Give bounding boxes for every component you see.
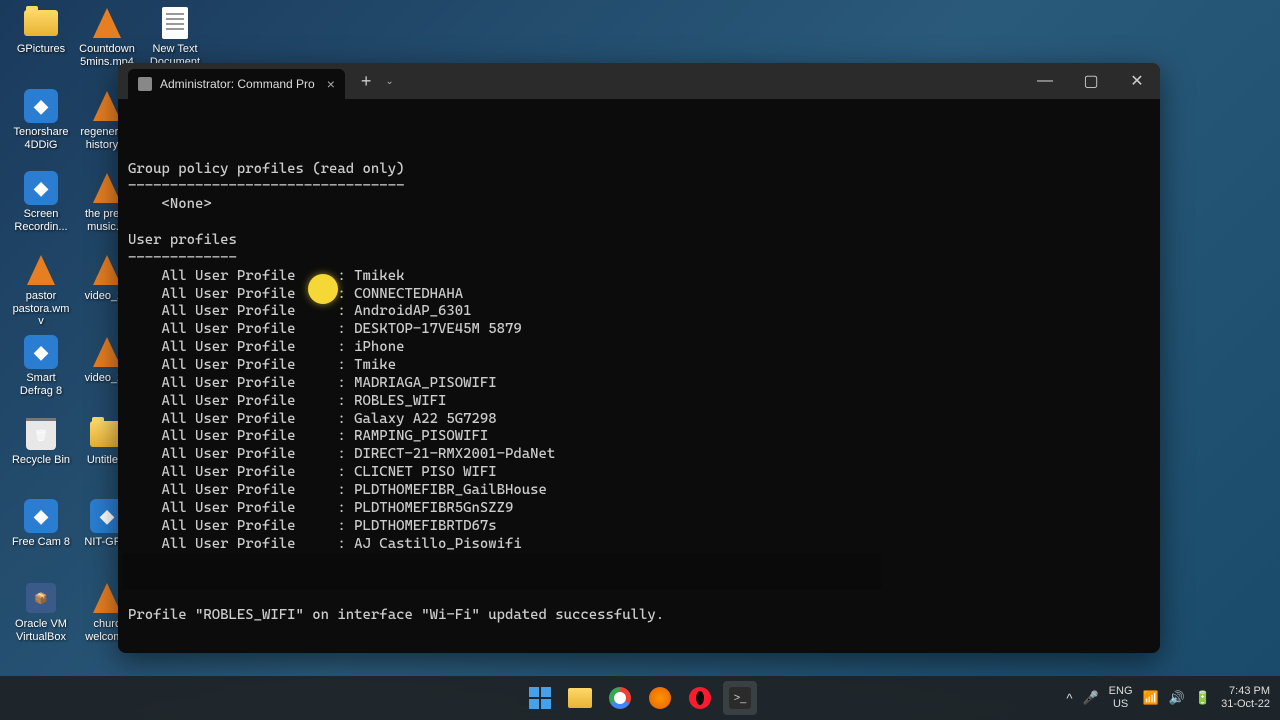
desktop-icon-pastor-pastora-wmv[interactable]: pastor pastora.wmv [10,252,72,328]
desktop-icon-countdown-5mins-mp4[interactable]: Countdown 5mins.mp4 [76,5,138,68]
lang-top: ENG [1109,685,1133,698]
explorer-button[interactable] [563,681,597,715]
desktop-icon-tenorshare-4ddig[interactable]: ◆Tenorshare 4DDiG [10,88,72,151]
maximize-button[interactable]: ▢ [1068,63,1114,99]
tray-icons-2: 📶 🔊 🔋 [1143,690,1212,706]
titlebar[interactable]: Administrator: Command Pro × + ⌄ — ▢ ✕ [118,63,1160,99]
opera-button[interactable] [683,681,717,715]
close-icon[interactable]: × [327,76,335,92]
desktop-icon-new-text-document[interactable]: New Text Document [144,5,206,68]
language-indicator[interactable]: ENG US [1109,685,1133,710]
clock-time: 7:43 PM [1221,685,1270,698]
desktop-icon-recycle-bin[interactable]: 🗑Recycle Bin [10,416,72,467]
tray-icons: ^ 🎤 [1066,690,1098,706]
minimize-button[interactable]: — [1022,63,1068,99]
firefox-icon [649,687,671,709]
terminal-icon: >_ [729,687,751,709]
taskbar-right: ^ 🎤 ENG US 📶 🔊 🔋 7:43 PM 31-Oct-22 [1066,685,1280,711]
firefox-button[interactable] [643,681,677,715]
lang-bottom: US [1109,698,1133,711]
desktop-icon-free-cam-8[interactable]: ◆Free Cam 8 [10,498,72,549]
windows-icon [529,687,551,709]
opera-icon [689,687,711,709]
desktop-icon-screen-recordin-[interactable]: ◆Screen Recordin... [10,170,72,233]
volume-icon[interactable]: 🔊 [1169,690,1185,706]
tab-dropdown-icon[interactable]: ⌄ [385,76,393,87]
wifi-icon[interactable]: 📶 [1143,690,1159,706]
close-button[interactable]: ✕ [1114,63,1160,99]
terminal-body[interactable]: Group policy profiles (read only) ------… [118,99,1160,653]
terminal-button[interactable]: >_ [723,681,757,715]
folder-icon [568,688,592,708]
mic-icon[interactable]: 🎤 [1082,690,1098,706]
tab-cmd[interactable]: Administrator: Command Pro × [128,69,345,99]
terminal-window: Administrator: Command Pro × + ⌄ — ▢ ✕ G… [118,63,1160,653]
cursor-highlight [308,274,338,304]
clock[interactable]: 7:43 PM 31-Oct-22 [1221,685,1270,711]
battery-icon[interactable]: 🔋 [1195,690,1211,706]
desktop-icon-gpictures[interactable]: GPictures [10,5,72,56]
cmd-icon [138,77,152,91]
new-tab-button[interactable]: + [361,71,372,92]
chrome-button[interactable] [603,681,637,715]
desktop-icon-smart-defrag-8[interactable]: ◆Smart Defrag 8 [10,334,72,397]
tray-chevron-icon[interactable]: ^ [1066,691,1072,706]
clock-date: 31-Oct-22 [1221,698,1270,711]
desktop-icon-oracle-vm-virtualbox[interactable]: 📦Oracle VM VirtualBox [10,580,72,643]
taskbar: >_ ^ 🎤 ENG US 📶 🔊 🔋 7:43 PM 31-Oct-22 [0,676,1280,720]
start-button[interactable] [523,681,557,715]
chrome-icon [609,687,631,709]
tab-title: Administrator: Command Pro [160,77,315,91]
window-controls: — ▢ ✕ [1022,63,1160,99]
taskbar-center: >_ [523,681,757,715]
